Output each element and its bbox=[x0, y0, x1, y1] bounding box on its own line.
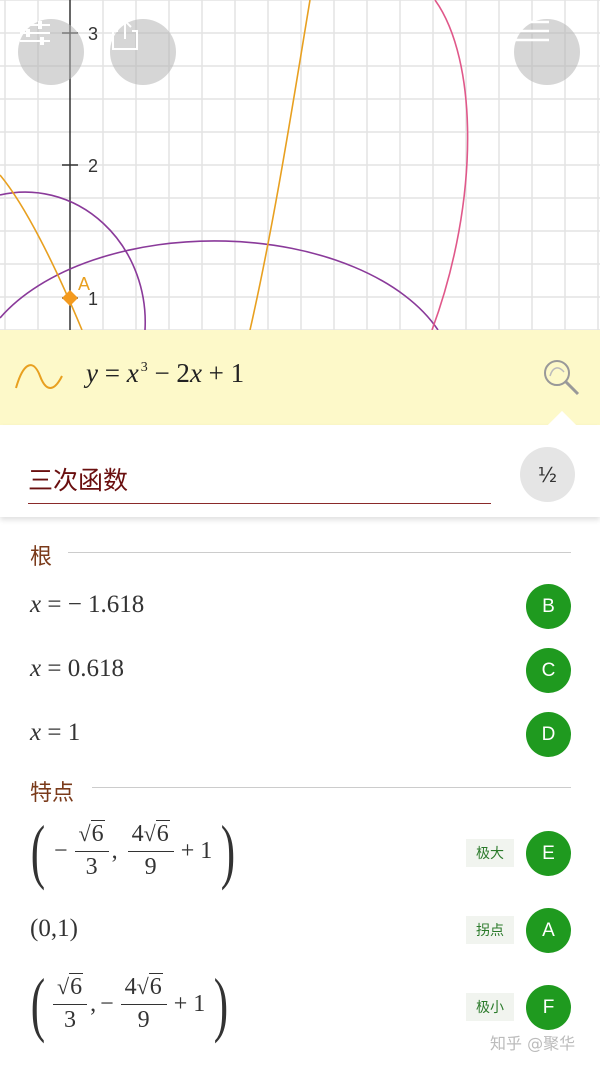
paren-close: ) bbox=[221, 811, 236, 891]
zoom-search-icon[interactable] bbox=[540, 356, 584, 400]
point-a-label: A bbox=[78, 274, 90, 294]
comma: , bbox=[90, 990, 97, 1017]
formula-x: x bbox=[189, 358, 202, 388]
formula-part: − 2 bbox=[147, 358, 190, 388]
features-heading: 特点 bbox=[30, 781, 75, 806]
inflection-point-value[interactable]: (0,1) bbox=[30, 915, 78, 943]
point-a-button[interactable]: A bbox=[526, 908, 571, 953]
sliders-icon bbox=[20, 21, 50, 45]
root-var: x bbox=[30, 591, 42, 618]
root-value[interactable]: x = − 1.618 bbox=[30, 591, 144, 619]
plus-one: + 1 bbox=[173, 990, 206, 1017]
root-rhs: = 1 bbox=[41, 719, 81, 746]
menu-icon bbox=[515, 20, 549, 42]
y-tick-label: 3 bbox=[88, 24, 98, 44]
paren-open: ( bbox=[30, 964, 46, 1044]
fraction: √ 6 3 bbox=[74, 819, 109, 882]
denominator: 3 bbox=[85, 853, 98, 880]
function-curve-icon bbox=[15, 364, 63, 389]
circle-curve-big[interactable] bbox=[0, 240, 439, 330]
local-max-expression[interactable]: ( − √ 6 3 , 4 √ 6 9 + 1 ) bbox=[26, 815, 240, 887]
point-b-button[interactable]: B bbox=[526, 584, 571, 629]
function-name-field[interactable]: 三次函数 bbox=[28, 461, 491, 504]
y-tick-label: 2 bbox=[88, 156, 98, 176]
minus-sign: − bbox=[53, 837, 68, 864]
point-c-button[interactable]: C bbox=[526, 648, 571, 693]
root-rhs: = 0.618 bbox=[41, 655, 124, 682]
radicand: 6 bbox=[148, 973, 163, 1001]
root-value[interactable]: x = 1 bbox=[30, 719, 80, 747]
formula-text[interactable]: y = x3 − 2x + 1 bbox=[86, 358, 244, 389]
graph-view[interactable]: 3 2 1 A bbox=[0, 0, 600, 330]
radicand: 6 bbox=[90, 820, 105, 848]
local-min-tag: 极小 bbox=[466, 993, 514, 1021]
root-rhs: = − 1.618 bbox=[41, 591, 145, 618]
formula-eq: = bbox=[97, 358, 127, 388]
denominator: 3 bbox=[64, 1006, 77, 1033]
fraction: 4 √ 6 9 bbox=[120, 972, 167, 1035]
comma: , bbox=[111, 837, 118, 864]
fraction: √ 6 3 bbox=[52, 972, 88, 1035]
formula-y: y bbox=[86, 358, 98, 388]
algebra-panel: 三次函数 ½ 根 x = − 1.618 B x = 0.618 C x = 1… bbox=[0, 410, 600, 1067]
formula-exponent: 3 bbox=[140, 360, 148, 375]
radicand: 6 bbox=[69, 973, 84, 1001]
point-f-button[interactable]: F bbox=[526, 985, 571, 1030]
radicand: 6 bbox=[155, 820, 170, 848]
share-icon bbox=[112, 19, 138, 50]
formula-x: x bbox=[126, 358, 139, 388]
root-value[interactable]: x = 0.618 bbox=[30, 655, 124, 683]
point-a-marker[interactable] bbox=[62, 290, 78, 306]
fraction-toggle-button[interactable]: ½ bbox=[520, 447, 575, 502]
root-var: x bbox=[30, 655, 42, 682]
section-divider bbox=[68, 552, 571, 553]
denominator: 9 bbox=[144, 853, 157, 880]
point-e-button[interactable]: E bbox=[526, 831, 571, 876]
minus-sign: − bbox=[100, 990, 114, 1017]
coefficient: 4 bbox=[131, 821, 144, 848]
graph-canvas[interactable]: 3 2 1 A bbox=[0, 0, 600, 330]
menu-button[interactable] bbox=[514, 19, 580, 85]
denominator: 9 bbox=[137, 1006, 150, 1033]
plus-one: + 1 bbox=[180, 837, 213, 864]
watermark: 知乎 @聚华 bbox=[490, 1034, 576, 1053]
paren-open: ( bbox=[30, 811, 46, 891]
coefficient: 4 bbox=[124, 974, 137, 1001]
section-divider bbox=[92, 787, 571, 788]
point-d-button[interactable]: D bbox=[526, 712, 571, 757]
local-max-tag: 极大 bbox=[466, 839, 514, 867]
roots-heading: 根 bbox=[30, 545, 53, 570]
settings-button[interactable] bbox=[18, 19, 84, 85]
paren-close: ) bbox=[214, 964, 229, 1044]
formula-part: + 1 bbox=[201, 358, 245, 388]
panel-header: 三次函数 ½ bbox=[0, 410, 600, 517]
share-button[interactable] bbox=[110, 19, 176, 85]
formula-input-bar[interactable]: y = x3 − 2x + 1 bbox=[0, 330, 600, 425]
root-var: x bbox=[30, 719, 42, 746]
fraction: 4 √ 6 9 bbox=[127, 819, 174, 882]
local-min-expression[interactable]: ( √ 6 3 , − 4 √ 6 9 + 1 ) bbox=[26, 968, 233, 1040]
inflection-tag: 拐点 bbox=[466, 916, 514, 944]
